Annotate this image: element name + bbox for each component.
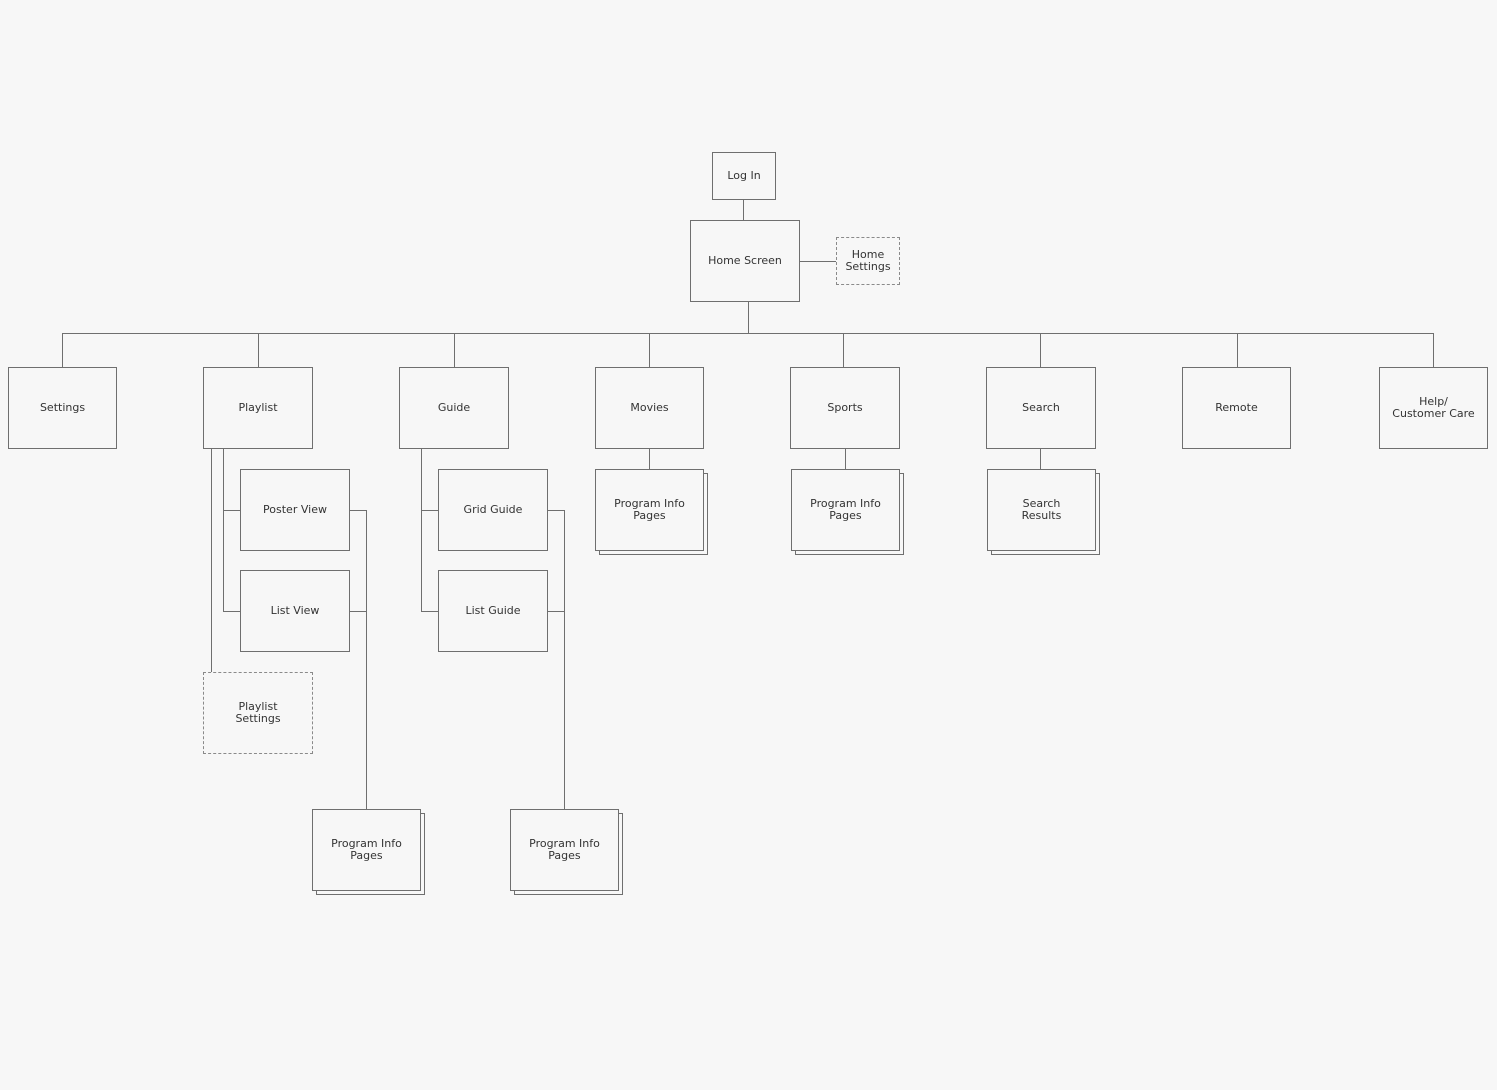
connector-guide-info-trunk [564, 510, 565, 809]
node-movies-program-info[interactable]: Program Info Pages [595, 469, 704, 551]
connector-bus-settings [62, 333, 63, 367]
node-playlist[interactable]: Playlist [203, 367, 313, 449]
node-list-view[interactable]: List View [240, 570, 350, 652]
connector-bus-search [1040, 333, 1041, 367]
node-movies[interactable]: Movies [595, 367, 704, 449]
node-remote[interactable]: Remote [1182, 367, 1291, 449]
connector-guide-trunk [421, 449, 422, 611]
connector-bus-sports [843, 333, 844, 367]
node-home-screen[interactable]: Home Screen [690, 220, 800, 302]
connector-bus-help [1433, 333, 1434, 367]
connector-bus-movies [649, 333, 650, 367]
connector-home-bus [748, 302, 749, 333]
connector-bus-guide [454, 333, 455, 367]
connector-playlist-list [223, 611, 240, 612]
connector-playlist-views-trunk [223, 449, 224, 611]
node-home-settings[interactable]: Home Settings [836, 237, 900, 285]
connector-guide-grid [421, 510, 438, 511]
connector-main-bus [62, 333, 1434, 334]
connector-home-home-settings [799, 261, 836, 262]
connector-listguide-info [547, 611, 564, 612]
node-grid-guide[interactable]: Grid Guide [438, 469, 548, 551]
node-login[interactable]: Log In [712, 152, 776, 200]
connector-list-info [349, 611, 366, 612]
connector-bus-remote [1237, 333, 1238, 367]
node-list-guide[interactable]: List Guide [438, 570, 548, 652]
connector-grid-info [547, 510, 564, 511]
connector-bus-playlist [258, 333, 259, 367]
node-search-results[interactable]: Search Results [987, 469, 1096, 551]
node-search[interactable]: Search [986, 367, 1096, 449]
connector-sports-info [845, 449, 846, 469]
node-playlist-settings[interactable]: Playlist Settings [203, 672, 313, 754]
node-help-customer-care[interactable]: Help/ Customer Care [1379, 367, 1488, 449]
sitemap-diagram: Log In Home Screen Home Settings Setting… [0, 0, 1497, 1090]
node-guide-program-info[interactable]: Program Info Pages [510, 809, 619, 891]
node-guide[interactable]: Guide [399, 367, 509, 449]
connector-playlist-info-trunk [366, 510, 367, 809]
connector-movies-info [649, 449, 650, 469]
node-sports-program-info[interactable]: Program Info Pages [791, 469, 900, 551]
connector-playlist-poster [223, 510, 240, 511]
connector-search-results [1040, 449, 1041, 469]
node-playlist-program-info[interactable]: Program Info Pages [312, 809, 421, 891]
connector-poster-info [349, 510, 366, 511]
connector-playlist-settings-trunk [211, 449, 212, 672]
node-sports[interactable]: Sports [790, 367, 900, 449]
node-poster-view[interactable]: Poster View [240, 469, 350, 551]
connector-guide-list [421, 611, 438, 612]
connector-login-home [743, 199, 744, 220]
node-settings[interactable]: Settings [8, 367, 117, 449]
